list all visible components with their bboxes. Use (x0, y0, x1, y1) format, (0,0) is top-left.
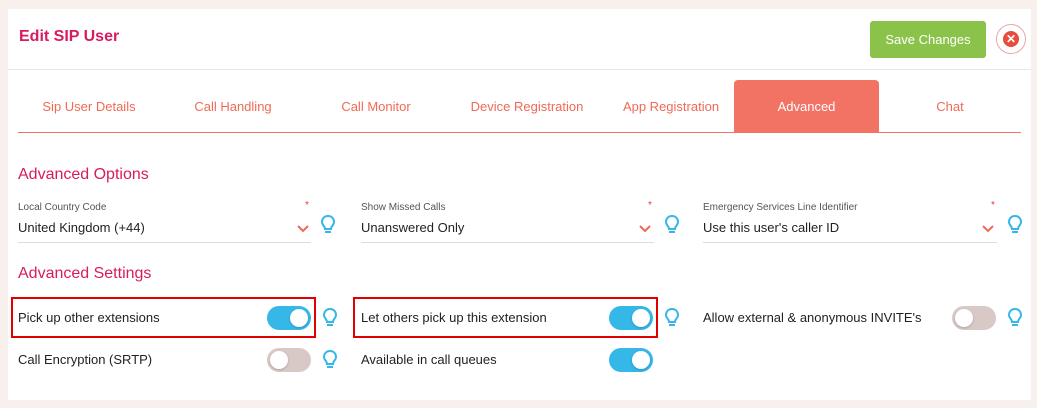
call-encryption-srtp-toggle[interactable] (267, 348, 311, 372)
emergency-services-line-identifier-select[interactable]: Use this user's caller ID (703, 220, 839, 235)
chevron-down-icon[interactable] (638, 224, 652, 234)
emergency-services-line-identifier-label: Emergency Services Line Identifier (703, 202, 858, 213)
tab-device-registration[interactable]: Device Registration (446, 80, 608, 132)
required-marker: * (305, 200, 309, 211)
toggle-knob (632, 351, 650, 369)
tab-bar: Sip User Details Call Handling Call Moni… (18, 80, 1021, 133)
toggle-knob (290, 309, 308, 327)
allow-external-anonymous-invites-toggle[interactable] (952, 306, 996, 330)
available-in-call-queues-label: Available in call queues (361, 352, 497, 367)
page-title: Edit SIP User (19, 28, 120, 45)
local-country-code-label: Local Country Code (18, 202, 107, 213)
advanced-options-title: Advanced Options (18, 166, 149, 183)
available-in-call-queues-toggle[interactable] (609, 348, 653, 372)
show-missed-calls-select[interactable]: Unanswered Only (361, 220, 464, 235)
tab-advanced[interactable]: Advanced (734, 80, 879, 132)
field-underline (703, 242, 997, 243)
close-button[interactable]: ✕ (996, 24, 1026, 54)
required-marker: * (648, 200, 652, 211)
tab-call-monitor[interactable]: Call Monitor (306, 80, 446, 132)
header: Edit SIP User Save Changes ✕ (8, 9, 1031, 70)
toggle-knob (955, 309, 973, 327)
local-country-code-select[interactable]: United Kingdom (+44) (18, 220, 145, 235)
tab-app-registration[interactable]: App Registration (608, 80, 734, 132)
chevron-down-icon[interactable] (981, 224, 995, 234)
chevron-down-icon[interactable] (296, 224, 310, 234)
lightbulb-icon[interactable] (321, 215, 335, 235)
allow-external-anonymous-invites-label: Allow external & anonymous INVITE's (703, 310, 922, 325)
required-marker: * (991, 200, 995, 211)
advanced-settings-title: Advanced Settings (18, 265, 152, 282)
lightbulb-icon[interactable] (323, 350, 337, 370)
toggle-knob (632, 309, 650, 327)
tab-chat[interactable]: Chat (879, 80, 1021, 132)
toggle-knob (270, 351, 288, 369)
lightbulb-icon[interactable] (323, 308, 337, 328)
let-others-pick-up-label: Let others pick up this extension (361, 310, 547, 325)
field-underline (18, 242, 311, 243)
edit-sip-user-panel: Edit SIP User Save Changes ✕ Sip User De… (8, 9, 1031, 400)
lightbulb-icon[interactable] (665, 215, 679, 235)
tab-call-handling[interactable]: Call Handling (160, 80, 306, 132)
lightbulb-icon[interactable] (1008, 308, 1022, 328)
lightbulb-icon[interactable] (1008, 215, 1022, 235)
close-icon: ✕ (1003, 31, 1019, 47)
tab-sip-user-details[interactable]: Sip User Details (18, 80, 160, 132)
pick-up-other-extensions-label: Pick up other extensions (18, 310, 160, 325)
pick-up-other-extensions-toggle[interactable] (267, 306, 311, 330)
call-encryption-srtp-label: Call Encryption (SRTP) (18, 352, 153, 367)
show-missed-calls-label: Show Missed Calls (361, 202, 446, 213)
save-changes-button[interactable]: Save Changes (870, 21, 986, 58)
field-underline (361, 242, 654, 243)
let-others-pick-up-toggle[interactable] (609, 306, 653, 330)
lightbulb-icon[interactable] (665, 308, 679, 328)
